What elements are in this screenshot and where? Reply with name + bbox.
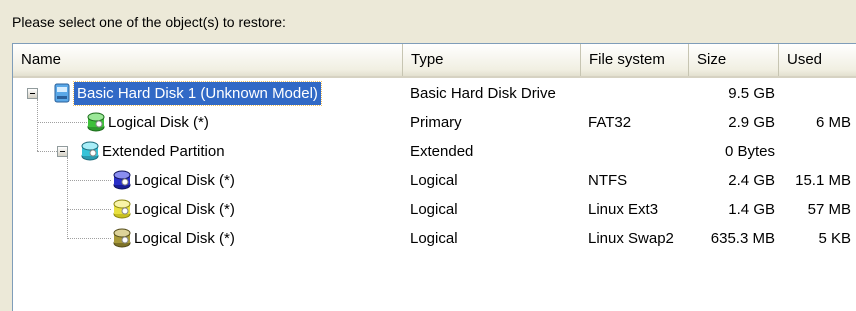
column-header-name[interactable]: Name (13, 44, 403, 76)
size-cell: 0 Bytes (724, 143, 775, 160)
used-cell: 6 MB (815, 114, 851, 131)
size-cell: 2.9 GB (728, 114, 775, 131)
yellow-partition-icon (113, 199, 131, 219)
collapse-toggle[interactable] (57, 146, 68, 157)
green-partition-icon (87, 112, 105, 132)
table-row[interactable]: Logical Disk (*) Logical Linux Ext3 1.4 … (13, 195, 856, 224)
type-cell: Logical (410, 230, 458, 247)
file-system-cell: NTFS (588, 172, 628, 189)
olive-partition-icon (113, 228, 131, 248)
used-cell (779, 137, 851, 166)
cyan-partition-icon (81, 141, 99, 161)
table-row[interactable]: Logical Disk (*) Logical Linux Swap2 635… (13, 224, 856, 253)
tree-item-label[interactable]: Extended Partition (99, 140, 228, 163)
table-row[interactable]: Extended Partition Extended 0 Bytes (13, 137, 856, 166)
table-row[interactable]: Logical Disk (*) Primary FAT32 2.9 GB 6 … (13, 108, 856, 137)
type-cell: Primary (410, 114, 462, 131)
tree-item-label[interactable]: Logical Disk (*) (131, 169, 238, 192)
file-system-cell: Linux Swap2 (588, 230, 674, 247)
table-row[interactable]: Basic Hard Disk 1 (Unknown Model) Basic … (13, 79, 856, 108)
type-cell: Logical (410, 201, 458, 218)
column-header-type[interactable]: Type (403, 44, 581, 76)
used-cell: 5 KB (818, 230, 851, 247)
size-cell: 9.5 GB (728, 85, 775, 102)
size-cell: 1.4 GB (728, 201, 775, 218)
hard-disk-icon (53, 83, 71, 103)
column-header-size[interactable]: Size (689, 44, 779, 76)
list-header: Name Type File system Size Used (13, 44, 856, 78)
file-system-cell: FAT32 (588, 114, 632, 131)
type-cell: Logical (410, 172, 458, 189)
column-header-used[interactable]: Used (779, 44, 856, 76)
table-row[interactable]: Logical Disk (*) Logical NTFS 2.4 GB 15.… (13, 166, 856, 195)
used-cell (779, 79, 851, 108)
collapse-toggle[interactable] (27, 88, 38, 99)
type-cell: Basic Hard Disk Drive (410, 85, 556, 102)
column-header-file-system[interactable]: File system (581, 44, 689, 76)
size-cell: 2.4 GB (728, 172, 775, 189)
size-cell: 635.3 MB (710, 230, 775, 247)
used-cell: 57 MB (807, 201, 851, 218)
tree-item-label[interactable]: Logical Disk (*) (131, 198, 238, 221)
used-cell: 15.1 MB (795, 172, 851, 189)
restore-objects-list[interactable]: Name Type File system Size Used Basic Ha… (12, 43, 856, 311)
type-cell: Extended (410, 143, 474, 160)
blue-partition-icon (113, 170, 131, 190)
file-system-cell: Linux Ext3 (588, 201, 659, 218)
instruction-label: Please select one of the object(s) to re… (12, 14, 286, 30)
tree-item-label[interactable]: Logical Disk (*) (105, 111, 212, 134)
tree-item-label[interactable]: Logical Disk (*) (131, 227, 238, 250)
tree-item-label[interactable]: Basic Hard Disk 1 (Unknown Model) (73, 81, 322, 106)
